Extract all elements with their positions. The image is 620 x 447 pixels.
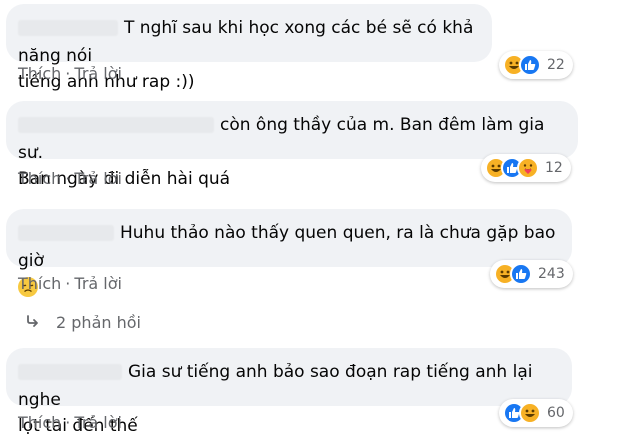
- replies-label: 2 phản hồi: [56, 313, 141, 332]
- reply-link[interactable]: Trả lời: [74, 64, 122, 83]
- like-link[interactable]: Thích: [18, 169, 61, 188]
- reaction-summary[interactable]: 22: [499, 51, 573, 79]
- comment-bubble: T nghĩ sau khi học xong các bé sẽ có khả…: [6, 4, 492, 92]
- comment-bubble: Gia sư tiếng anh bảo sao đoạn rap tiếng …: [6, 348, 572, 436]
- comment-author-blurred[interactable]: [18, 225, 114, 241]
- reaction-count: 22: [547, 57, 565, 73]
- reaction-count: 12: [545, 160, 563, 176]
- reply-link[interactable]: Trả lời: [74, 169, 122, 188]
- comment-author-blurred[interactable]: [18, 20, 118, 36]
- comment-author-blurred[interactable]: [18, 364, 122, 380]
- reaction-summary[interactable]: 60: [499, 399, 573, 427]
- comment-actions: Thích · Trả lời: [18, 64, 122, 83]
- comment-author-blurred[interactable]: [18, 117, 214, 133]
- reaction-summary[interactable]: 12: [481, 154, 571, 182]
- reaction-count: 60: [547, 405, 565, 421]
- reply-arrow-icon: [26, 313, 40, 332]
- like-link[interactable]: Thích: [18, 413, 61, 432]
- like-reaction-icon: [519, 54, 541, 76]
- comment-actions: Thích · Trả lời: [18, 413, 122, 432]
- reply-link[interactable]: Trả lời: [74, 413, 122, 432]
- like-link[interactable]: Thích: [18, 274, 61, 293]
- comment-bubble: còn ông thầy của m. Ban đêm làm gia sư. …: [6, 101, 578, 189]
- reaction-count: 243: [538, 266, 565, 282]
- comment-bubble: Huhu thảo nào thấy quen quen, ra là chưa…: [6, 209, 572, 297]
- reply-link[interactable]: Trả lời: [74, 274, 122, 293]
- comment-actions: Thích · Trả lời: [18, 169, 122, 188]
- view-replies-link[interactable]: 2 phản hồi: [26, 313, 141, 332]
- comment-actions: Thích · Trả lời: [18, 274, 122, 293]
- like-link[interactable]: Thích: [18, 64, 61, 83]
- haha-reaction-icon: [519, 402, 541, 424]
- like-reaction-icon: [510, 263, 532, 285]
- reaction-summary[interactable]: 243: [490, 260, 573, 288]
- care-reaction-icon: [517, 157, 539, 179]
